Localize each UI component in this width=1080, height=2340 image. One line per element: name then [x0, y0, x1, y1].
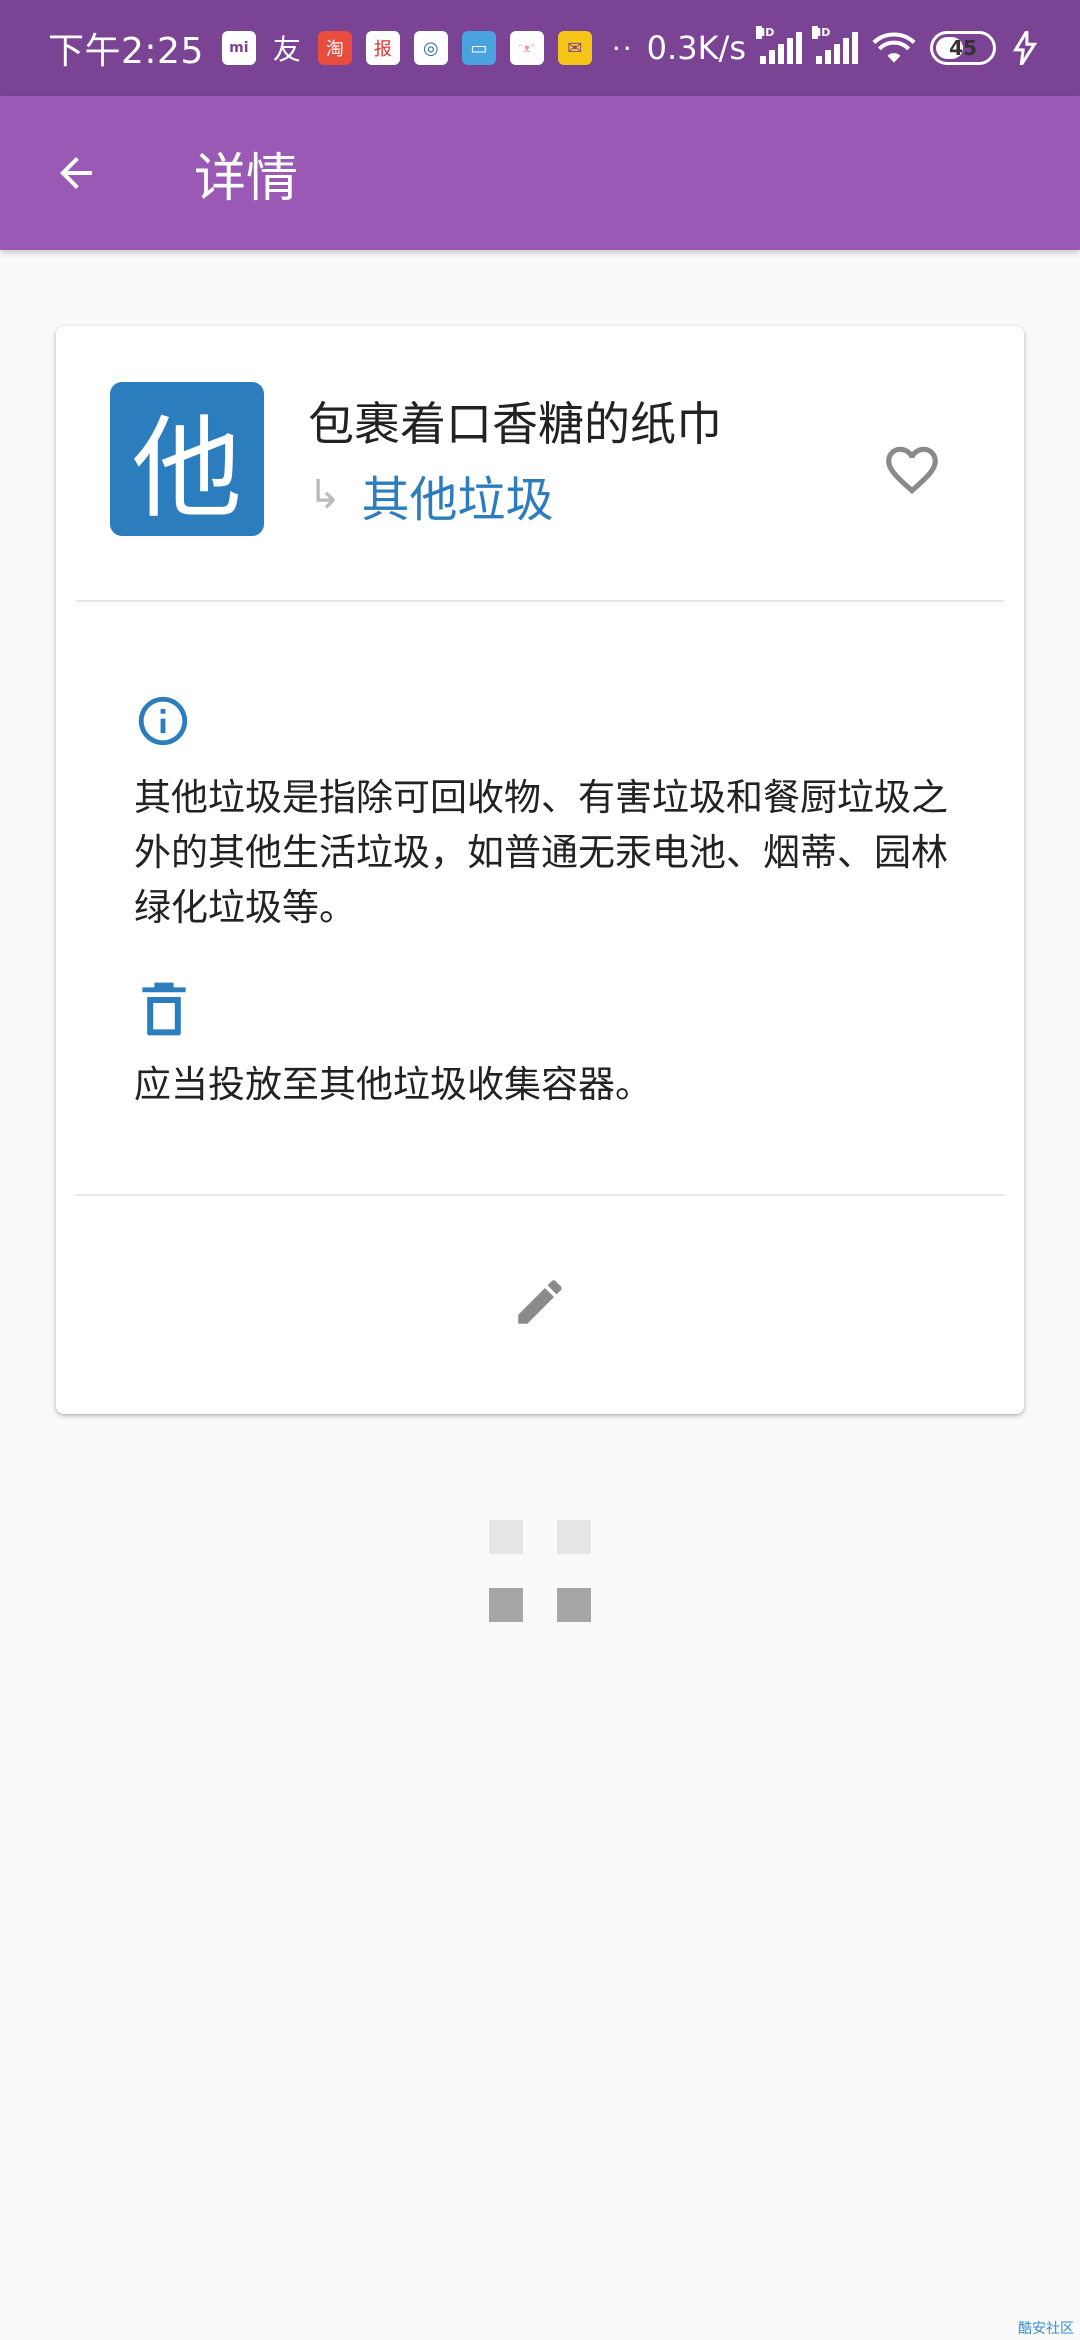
- watermark: 酷安社区: [1018, 2321, 1074, 2337]
- app-bar: 详情: [0, 96, 1080, 250]
- wifi-icon: [872, 32, 916, 63]
- loader-square-4: [557, 1588, 591, 1622]
- info-icon: [138, 696, 188, 746]
- taobao-app-icon: 淘: [317, 31, 352, 65]
- trash-icon: [142, 982, 186, 1036]
- loader-square-2: [557, 1520, 591, 1554]
- divider-bottom: [76, 1194, 1004, 1196]
- back-button[interactable]: [36, 133, 116, 213]
- divider-top: [76, 600, 1004, 602]
- mi-app-icon: mi: [221, 31, 256, 65]
- circle-app-icon: ◎: [413, 31, 448, 65]
- status-right: 0.3K/s HD HD 45: [646, 26, 1040, 67]
- category-description: 其他垃圾是指除可回收物、有害垃圾和餐厨垃圾之外的其他生活垃圾，如普通无汞电池、烟…: [134, 776, 948, 929]
- loader-square-3: [489, 1588, 523, 1622]
- disposal-instruction: 应当投放至其他垃圾收集容器。: [134, 1063, 652, 1106]
- charging-icon: [1012, 31, 1038, 65]
- notification-icons: mi 友 淘 报 ◎ ▭ ᵔᴥᵔ ✉ ··: [221, 31, 634, 66]
- loading-indicator: [489, 1520, 593, 1624]
- file-app-icon: ▭: [461, 31, 496, 65]
- hd-label-2: HD: [812, 26, 831, 39]
- friend-app-icon: 友: [272, 33, 301, 66]
- news-app-icon: 报: [365, 31, 400, 65]
- loader-square-1: [489, 1520, 523, 1554]
- category-link[interactable]: 其他垃圾: [362, 460, 554, 530]
- more-notifications-icon: ··: [611, 31, 634, 65]
- subdirectory-arrow-icon: ↳: [308, 472, 342, 518]
- signal-icon: HD: [756, 26, 802, 64]
- arrow-back-icon: [60, 157, 92, 189]
- mail-app-icon: ✉: [557, 31, 592, 65]
- category-row[interactable]: ↳ 其他垃圾: [308, 460, 554, 530]
- card-header: 他 包裹着口香糖的纸巾 ↳ 其他垃圾: [56, 326, 1024, 602]
- signal-icon-2: HD: [812, 26, 858, 64]
- edit-button[interactable]: [510, 1272, 570, 1332]
- pencil-icon: [518, 1280, 562, 1324]
- heart-outline-icon: [886, 446, 938, 495]
- detail-card: 他 包裹着口香糖的纸巾 ↳ 其他垃圾 其他垃圾是指除可回收物、有害垃圾和餐厨垃圾…: [56, 326, 1024, 1414]
- page-title: 详情: [194, 148, 299, 209]
- battery-level: 45: [949, 36, 977, 60]
- bilibili-app-icon: ᵔᴥᵔ: [509, 31, 544, 65]
- battery-icon: 45: [930, 31, 996, 65]
- status-bar: 下午2:25 mi 友 淘 报 ◎ ▭ ᵔᴥᵔ ✉ ·· 0.3K/s HD H…: [0, 0, 1080, 96]
- item-name: 包裹着口香糖的纸巾: [308, 397, 722, 451]
- hd-label: HD: [756, 26, 775, 39]
- category-badge: 他: [110, 382, 264, 536]
- favorite-button[interactable]: [880, 438, 944, 502]
- status-time: 下午2:25: [48, 31, 204, 72]
- network-speed: 0.3K/s: [646, 29, 746, 67]
